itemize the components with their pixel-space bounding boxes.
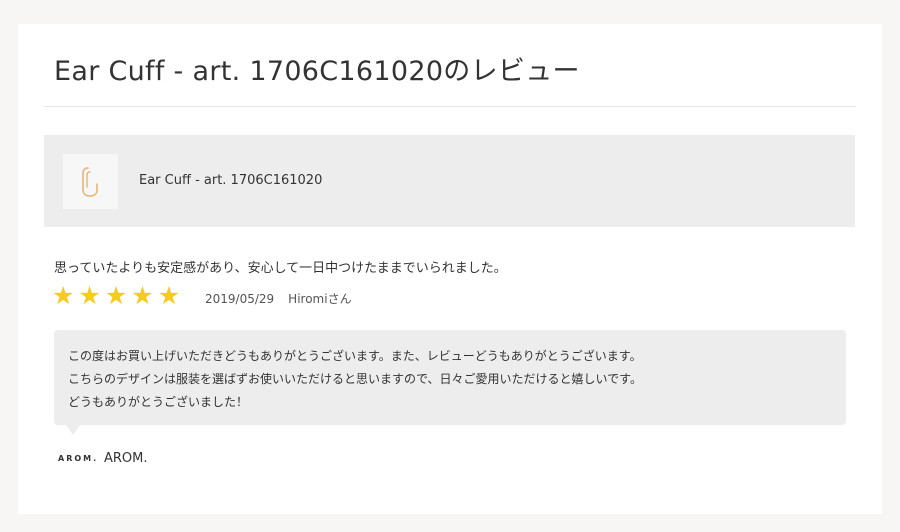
product-name-link[interactable]: Ear Cuff - art. 1706C161020 bbox=[139, 173, 322, 188]
star-icon: ★ bbox=[78, 281, 101, 310]
review-date: 2019/05/29 bbox=[205, 292, 275, 306]
reply-line: この度はお買い上げいただきどうもありがとうございます。また、レビューどうもありが… bbox=[68, 349, 642, 363]
star-icon: ★ bbox=[157, 281, 181, 310]
shop-reply-text: この度はお買い上げいただきどうもありがとうございます。また、レビューどうもありが… bbox=[68, 345, 642, 414]
shop-name: AROM. bbox=[104, 451, 148, 466]
review-card: Ear Cuff - art. 1706C161020のレビュー Ear Cuf… bbox=[18, 24, 882, 514]
review-meta: 2019/05/29 Hiromiさん bbox=[205, 290, 352, 307]
star-icon: ★ bbox=[131, 281, 154, 310]
reply-line: こちらのデザインは服装を選ばずお使いいただけると思いますので、日々ご愛用いただけ… bbox=[68, 372, 642, 386]
shop-logo: AROM. bbox=[58, 454, 99, 463]
star-icon: ★ bbox=[104, 281, 128, 310]
star-icon: ★ bbox=[52, 281, 75, 310]
review-author: Hiromiさん bbox=[288, 292, 352, 306]
reply-line: どうもありがとうございました！ bbox=[68, 395, 249, 409]
ear-cuff-icon bbox=[82, 167, 98, 197]
shop-reply-bubble: この度はお買い上げいただきどうもありがとうございます。また、レビューどうもありが… bbox=[54, 330, 846, 435]
product-thumbnail[interactable] bbox=[63, 154, 118, 209]
page-title: Ear Cuff - art. 1706C161020のレビュー bbox=[54, 56, 580, 87]
star-rating: ★ ★ ★ ★ ★ bbox=[52, 282, 180, 310]
review-body: 思っていたよりも安定感があり、安心して一日中つけたままでいられました。 bbox=[54, 261, 507, 276]
title-divider bbox=[44, 106, 856, 107]
product-summary: Ear Cuff - art. 1706C161020 bbox=[44, 135, 855, 227]
